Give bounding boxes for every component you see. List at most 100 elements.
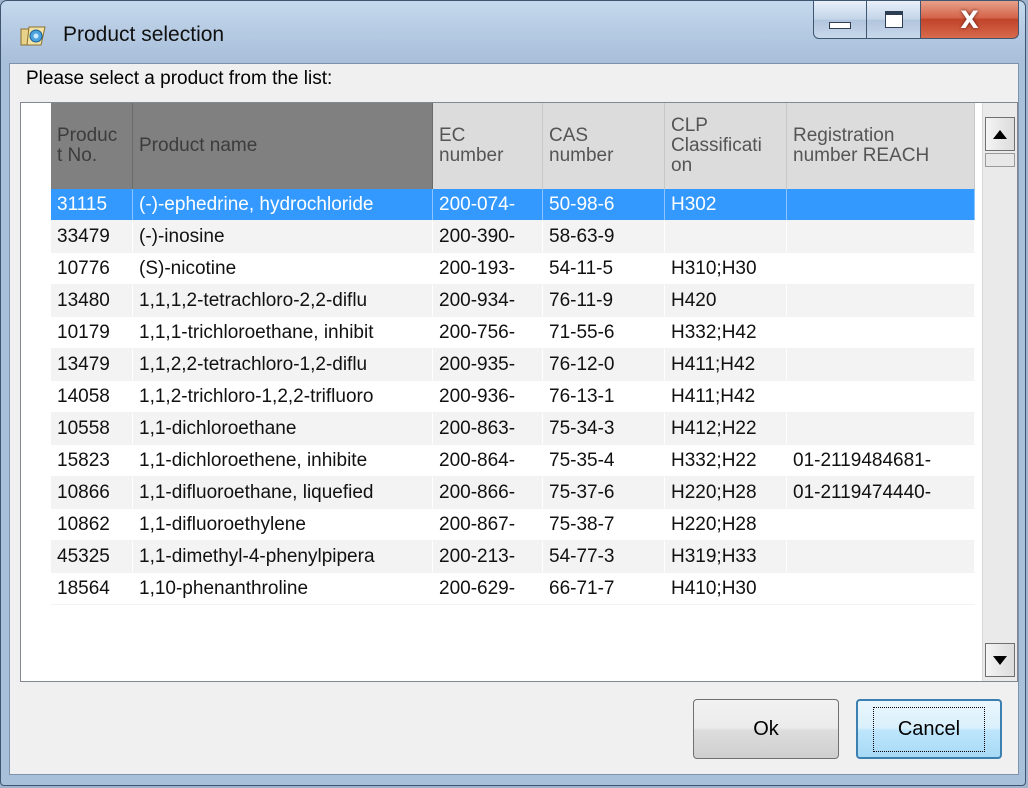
- col-clp-classification-cell: H332;H42: [665, 317, 787, 348]
- maximize-button[interactable]: [867, 1, 921, 39]
- col-cas-number-cell: 54-11-5: [543, 253, 665, 284]
- product-grid[interactable]: Produc t No. Product name EC number CAS number…: [20, 102, 1018, 682]
- col-cas-number-header[interactable]: CAS number: [543, 103, 665, 189]
- cancel-button[interactable]: Cancel: [856, 699, 1002, 759]
- col-cas-number-cell: 75-37-6: [543, 477, 665, 508]
- col-clp-classification-cell: H319;H33: [665, 541, 787, 572]
- header-text-line: Product name: [139, 135, 258, 156]
- row-header-column: [21, 103, 51, 681]
- col-clp-classification-cell: H220;H28: [665, 509, 787, 540]
- col-cas-number-cell: 58-63-9: [543, 221, 665, 252]
- col-product-name-cell: (-)-ephedrine, hydrochloride: [133, 189, 433, 220]
- col-registration-number-cell: 01-2119484681-: [787, 445, 975, 476]
- title-bar[interactable]: Product selection X: [1, 1, 1025, 63]
- header-text-line: CLP: [671, 115, 708, 136]
- col-cas-number-cell: 76-12-0: [543, 349, 665, 380]
- col-product-name-cell: 1,1-dichloroethene, inhibite: [133, 445, 433, 476]
- table-row[interactable]: 10179 1,1,1-trichloroethane, inhibit 200-7…: [51, 317, 975, 349]
- table-row[interactable]: 14058 1,1,2-trichloro-1,2,2-trifluoro 200-…: [51, 381, 975, 413]
- col-ec-number-header[interactable]: EC number: [433, 103, 543, 189]
- table-row[interactable]: 10776 (S)-nicotine 200-193- 54-11-5 H310;H30: [51, 253, 975, 285]
- col-clp-classification-cell: H420: [665, 285, 787, 316]
- header-text-line: CAS: [549, 125, 589, 146]
- col-registration-number-cell: 01-2119474440-: [787, 477, 975, 508]
- col-product-name-cell: (-)-inosine: [133, 221, 433, 252]
- col-registration-number-cell: [787, 285, 975, 316]
- scroll-up-button[interactable]: [985, 117, 1015, 151]
- table-row[interactable]: 10862 1,1-difluoroethylene 200-867- 75-38-7…: [51, 509, 975, 541]
- close-button[interactable]: X: [921, 1, 1019, 39]
- col-ec-number-cell: 200-390-: [433, 221, 543, 252]
- col-registration-number-cell: [787, 317, 975, 348]
- scroll-thumb[interactable]: [985, 153, 1015, 167]
- table-row[interactable]: 18564 1,10-phenanthroline 200-629- 66-71-7 H…: [51, 573, 975, 605]
- table-row[interactable]: 10558 1,1-dichloroethane 200-863- 75-34-3 H4…: [51, 413, 975, 445]
- col-product-name-cell: 1,1-difluoroethylene: [133, 509, 433, 540]
- col-cas-number-cell: 75-34-3: [543, 413, 665, 444]
- table-row[interactable]: 13480 1,1,1,2-tetrachloro-2,2-diflu 200-93…: [51, 285, 975, 317]
- col-product-no-cell: 15823: [51, 445, 133, 476]
- col-ec-number-cell: 200-074-: [433, 189, 543, 220]
- col-product-no-cell: 10179: [51, 317, 133, 348]
- col-ec-number-cell: 200-193-: [433, 253, 543, 284]
- col-product-no-cell: 18564: [51, 573, 133, 604]
- col-clp-classification-header[interactable]: CLP Classificati on: [665, 103, 787, 189]
- vertical-scrollbar[interactable]: [982, 103, 1017, 681]
- dialog-body: Please select a product from the list: P…: [9, 63, 1019, 775]
- table-row[interactable]: 33479 (-)-inosine 200-390- 58-63-9: [51, 221, 975, 253]
- col-clp-classification-cell: [665, 221, 787, 252]
- header-text-line: number: [439, 145, 504, 166]
- table-row[interactable]: 15823 1,1-dichloroethene, inhibite 200-864…: [51, 445, 975, 477]
- col-product-name-header[interactable]: Product name: [133, 103, 433, 189]
- table-row[interactable]: 13479 1,1,2,2-tetrachloro-1,2-diflu 200-93…: [51, 349, 975, 381]
- col-ec-number-header-label: EC number: [439, 126, 503, 166]
- table-row[interactable]: 31115 (-)-ephedrine, hydrochloride 200-074…: [51, 189, 975, 221]
- col-product-name-cell: 1,1,1,2-tetrachloro-2,2-diflu: [133, 285, 433, 316]
- ok-button[interactable]: Ok: [693, 699, 839, 759]
- col-ec-number-cell: 200-867-: [433, 509, 543, 540]
- table-row[interactable]: 45325 1,1-dimethyl-4-phenylpipera 200-213-…: [51, 541, 975, 573]
- col-ec-number-cell: 200-934-: [433, 285, 543, 316]
- col-product-no-cell: 14058: [51, 381, 133, 412]
- arrow-up-icon: [993, 129, 1007, 139]
- header-text-line: Classificati: [671, 135, 762, 156]
- header-text-line: number REACH: [793, 145, 930, 166]
- col-cas-number-cell: 76-11-9: [543, 285, 665, 316]
- col-product-name-cell: 1,10-phenanthroline: [133, 573, 433, 604]
- col-cas-number-cell: 50-98-6: [543, 189, 665, 220]
- col-ec-number-cell: 200-213-: [433, 541, 543, 572]
- header-text-line: t No.: [57, 145, 98, 166]
- col-product-name-cell: 1,1-difluoroethane, liquefied: [133, 477, 433, 508]
- app-icon: [20, 26, 46, 46]
- cancel-button-label: Cancel: [872, 706, 986, 752]
- col-clp-classification-cell: H410;H30: [665, 573, 787, 604]
- col-product-no-cell: 10776: [51, 253, 133, 284]
- arrow-down-icon: [993, 655, 1007, 665]
- col-clp-classification-cell: H310;H30: [665, 253, 787, 284]
- minimize-button[interactable]: [813, 1, 867, 39]
- grid-body: 31115 (-)-ephedrine, hydrochloride 200-074…: [51, 189, 975, 605]
- col-clp-classification-cell: H411;H42: [665, 349, 787, 380]
- col-product-name-cell: 1,1,1-trichloroethane, inhibit: [133, 317, 433, 348]
- window-title: Product selection: [63, 23, 225, 46]
- col-ec-number-cell: 200-866-: [433, 477, 543, 508]
- col-registration-number-cell: [787, 509, 975, 540]
- product-selection-window: Product selection X Please select a prod…: [0, 0, 1026, 786]
- col-clp-classification-header-label: CLP Classificati on: [671, 116, 762, 176]
- col-registration-number-header-label: Registration number REACH: [793, 126, 929, 166]
- header-text-line: number: [549, 145, 614, 166]
- col-ec-number-cell: 200-756-: [433, 317, 543, 348]
- scroll-down-button[interactable]: [985, 643, 1015, 677]
- table-row[interactable]: 10866 1,1-difluoroethane, liquefied 200-86…: [51, 477, 975, 509]
- col-product-name-cell: 1,1-dichloroethane: [133, 413, 433, 444]
- col-ec-number-cell: 200-864-: [433, 445, 543, 476]
- col-product-name-header-label: Product name: [139, 136, 257, 156]
- col-cas-number-cell: 66-71-7: [543, 573, 665, 604]
- col-cas-number-cell: 76-13-1: [543, 381, 665, 412]
- col-registration-number-cell: [787, 189, 975, 220]
- col-clp-classification-cell: H332;H22: [665, 445, 787, 476]
- col-clp-classification-cell: H220;H28: [665, 477, 787, 508]
- col-cas-number-cell: 75-38-7: [543, 509, 665, 540]
- col-product-no-header[interactable]: Produc t No.: [51, 103, 133, 189]
- col-registration-number-header[interactable]: Registration number REACH: [787, 103, 975, 189]
